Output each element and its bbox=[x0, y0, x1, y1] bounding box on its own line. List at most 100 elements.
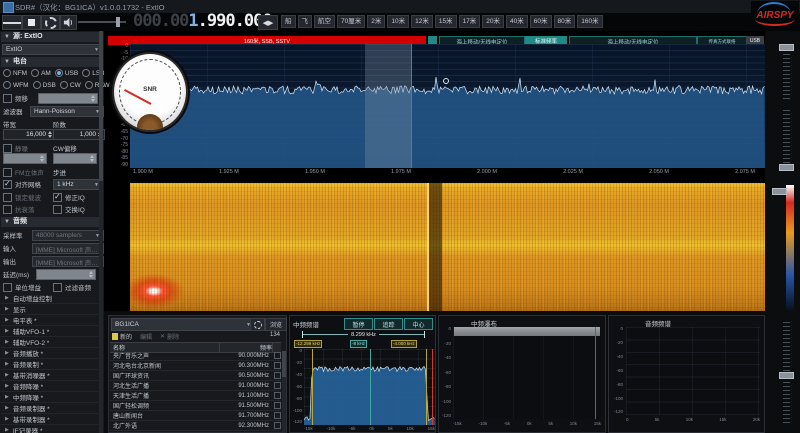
plugin-collapsed-panel[interactable]: ▶中频降噪 * bbox=[1, 392, 98, 403]
contrast-slider[interactable] bbox=[779, 164, 794, 171]
range-slider[interactable] bbox=[772, 188, 787, 195]
snap-checkbox[interactable] bbox=[3, 180, 12, 189]
rf-waterfall[interactable] bbox=[130, 183, 765, 311]
favorite-checkbox[interactable] bbox=[274, 412, 281, 419]
step-select[interactable]: 1 kHz▼ bbox=[53, 179, 103, 190]
plugin-collapsed-panel[interactable]: ▶辅助VFO-2 * bbox=[1, 337, 98, 348]
swap-iq-checkbox[interactable] bbox=[53, 205, 62, 214]
settings-button[interactable] bbox=[41, 15, 60, 30]
station-row[interactable]: 天津生活广播 91.100MHz bbox=[110, 391, 281, 401]
station-row[interactable]: 北广外语 92.300MHz bbox=[110, 421, 281, 431]
band-button[interactable]: 60米 bbox=[530, 15, 552, 28]
filter-edge-right-line[interactable] bbox=[426, 349, 427, 425]
plugin-collapsed-panel[interactable]: ▶显示 bbox=[1, 304, 98, 315]
cw-shift-input[interactable] bbox=[53, 153, 97, 164]
source-panel-header[interactable]: ▼源: ExtIO bbox=[1, 32, 102, 42]
squelch-input[interactable] bbox=[3, 153, 47, 164]
track-button[interactable]: 追踪 bbox=[374, 318, 403, 330]
mode-radio[interactable]: USB bbox=[55, 69, 78, 77]
plugin-collapsed-panel[interactable]: ▶音频录制 * bbox=[1, 359, 98, 370]
frequency-display[interactable]: 000.001.990.000 bbox=[133, 11, 272, 31]
lock-carrier-checkbox[interactable] bbox=[3, 193, 12, 202]
offset-slider[interactable] bbox=[779, 372, 794, 379]
stop-button[interactable] bbox=[22, 15, 41, 30]
band-button[interactable]: 10米 bbox=[387, 15, 409, 28]
favorite-checkbox[interactable] bbox=[274, 362, 281, 369]
tuning-filter-shade[interactable] bbox=[365, 44, 411, 168]
audio-input-select[interactable]: [MME] Microsoft 声…▼ bbox=[32, 243, 104, 254]
station-row[interactable]: 河北电台北京新闻 90.300MHz bbox=[110, 361, 281, 371]
plugin-collapsed-panel[interactable]: ▶音频降噪 * bbox=[1, 381, 98, 392]
favorite-checkbox[interactable] bbox=[274, 352, 281, 359]
if-spectrum-plot[interactable] bbox=[304, 349, 435, 425]
anti-fading-checkbox[interactable] bbox=[3, 205, 12, 214]
plugin-collapsed-panel[interactable]: ▶音频播放 * bbox=[1, 348, 98, 359]
rf-spectrum[interactable] bbox=[130, 44, 765, 168]
station-row[interactable]: 国广环球资讯 90.500MHz bbox=[110, 371, 281, 381]
band-button[interactable]: 2米 bbox=[367, 15, 385, 28]
favorite-checkbox[interactable] bbox=[274, 422, 281, 429]
band-button[interactable]: 160米 bbox=[577, 15, 602, 28]
delete-entry-button[interactable]: 删除 bbox=[167, 332, 179, 341]
correct-iq-checkbox[interactable] bbox=[53, 193, 62, 202]
filter-edge-left-line[interactable] bbox=[312, 349, 313, 425]
squelch-checkbox[interactable] bbox=[3, 144, 12, 153]
samplerate-select[interactable]: 48000 sample/s▼ bbox=[32, 230, 104, 241]
plugin-collapsed-panel[interactable]: ▶辅助VFO-1 * bbox=[1, 326, 98, 337]
plugin-collapsed-panel[interactable]: ▶电平表 * bbox=[1, 315, 98, 326]
order-input[interactable]: 1,000 bbox=[53, 129, 105, 140]
favorite-checkbox[interactable] bbox=[274, 402, 281, 409]
audio-spectrum-plot[interactable] bbox=[626, 327, 760, 415]
station-row[interactable]: 河北生活广播 91.000MHz bbox=[110, 381, 281, 391]
fm-stereo-checkbox[interactable] bbox=[3, 168, 12, 177]
center-line[interactable] bbox=[370, 349, 371, 425]
band-button[interactable]: 船 bbox=[281, 15, 296, 28]
center-button[interactable]: 中心 bbox=[404, 318, 433, 330]
source-select[interactable]: ExtIO▼ bbox=[2, 44, 103, 55]
mode-radio[interactable]: NFM bbox=[3, 69, 27, 77]
if-waterfall-plot[interactable] bbox=[453, 327, 601, 419]
bandwidth-input[interactable]: 16,000 bbox=[3, 129, 55, 140]
band-button[interactable]: 15米 bbox=[435, 15, 457, 28]
plugin-collapsed-panel[interactable]: ▶自动增益控制 bbox=[1, 293, 98, 304]
list-scrollbar-thumb[interactable] bbox=[282, 351, 286, 377]
band-button[interactable]: 80米 bbox=[554, 15, 576, 28]
plugin-collapsed-panel[interactable]: ▶基带录制器 * bbox=[1, 414, 98, 425]
plugin-collapsed-panel[interactable]: ▶音频录制器 * bbox=[1, 403, 98, 414]
mode-radio[interactable]: DSB bbox=[33, 81, 56, 89]
new-entry-button[interactable]: 新的 bbox=[120, 332, 132, 341]
tune-step-button[interactable]: ◀▶ bbox=[258, 15, 278, 30]
station-row[interactable]: 唐山新闻台 91.700MHz bbox=[110, 411, 281, 421]
sidebar-scrollbar-thumb[interactable] bbox=[99, 31, 103, 181]
menu-icon[interactable] bbox=[2, 15, 22, 30]
radio-panel-header[interactable]: ▼电台 bbox=[1, 57, 102, 67]
unity-gain-checkbox[interactable] bbox=[3, 283, 12, 292]
band-button[interactable]: 飞 bbox=[298, 15, 313, 28]
band-button[interactable]: 17米 bbox=[459, 15, 481, 28]
band-button[interactable]: 20米 bbox=[482, 15, 504, 28]
plugin-collapsed-panel[interactable]: ▶基带消噪器 * bbox=[1, 370, 98, 381]
audio-panel-header[interactable]: ▼音频 bbox=[1, 217, 102, 227]
group-select[interactable]: BG1ICA▼ bbox=[111, 318, 255, 331]
mode-radio[interactable]: AM bbox=[31, 69, 51, 77]
audio-output-select[interactable]: [MME] Microsoft 声…▼ bbox=[32, 256, 104, 267]
shift-checkbox[interactable] bbox=[3, 94, 12, 103]
zoom-slider[interactable] bbox=[779, 44, 794, 51]
tuning-line[interactable] bbox=[411, 44, 412, 168]
edit-entry-button[interactable]: 编辑 bbox=[140, 332, 152, 341]
favorite-checkbox[interactable] bbox=[274, 392, 281, 399]
pause-button[interactable]: 暂停 bbox=[344, 318, 373, 330]
favorite-checkbox[interactable] bbox=[274, 382, 281, 389]
band-button[interactable]: 12米 bbox=[411, 15, 433, 28]
band-button[interactable]: 40米 bbox=[506, 15, 528, 28]
band-button[interactable]: 航空 bbox=[314, 15, 335, 28]
station-row[interactable]: 央广音乐之声 90.000MHz bbox=[110, 351, 281, 361]
filter-select[interactable]: Hann-Poisson▼ bbox=[30, 106, 104, 117]
volume-button[interactable] bbox=[60, 15, 77, 30]
plugin-collapsed-panel[interactable]: ▶IF记录器 * bbox=[1, 425, 98, 433]
latency-input[interactable] bbox=[36, 269, 96, 280]
browse-button[interactable]: 浏览 bbox=[265, 318, 287, 331]
station-row[interactable]: 音乐时间河北音乐 92.500MHz bbox=[110, 431, 281, 432]
shift-input[interactable] bbox=[38, 93, 98, 104]
band-button[interactable]: 70厘米 bbox=[337, 15, 365, 28]
